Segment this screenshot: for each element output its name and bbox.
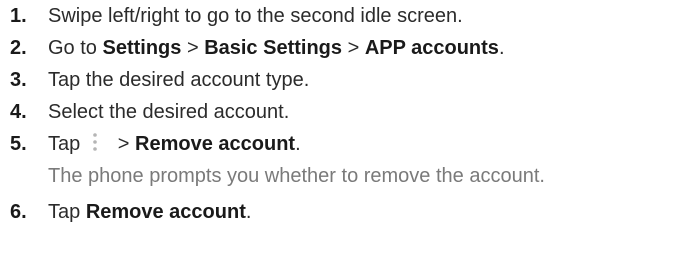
step-number: 2. — [10, 37, 27, 59]
step-note: The phone prompts you whether to remove … — [48, 165, 545, 187]
step-text-end: . — [498, 37, 505, 59]
step-number: 3. — [10, 69, 27, 91]
step-text-end: . — [245, 201, 252, 223]
basic-settings-menu-label: Basic Settings — [204, 37, 343, 59]
path-separator: > — [181, 37, 205, 59]
remove-account-button-label: Remove account — [85, 201, 246, 223]
step-6: 6. Tap Remove account. — [10, 196, 670, 228]
step-2: 2. Go to Settings > Basic Settings > APP… — [10, 32, 670, 64]
step-text-end: . — [295, 133, 301, 155]
path-separator: > — [112, 133, 136, 155]
more-vertical-icon — [93, 133, 98, 151]
step-number: 1. — [10, 5, 27, 27]
step-text-lead: Go to — [48, 37, 103, 59]
step-number: 4. — [10, 101, 27, 123]
remove-account-option-label: Remove account — [135, 133, 296, 155]
step-text: Tap the desired account type. — [48, 69, 310, 91]
step-text: Select the desired account. — [48, 101, 290, 123]
step-text: Swipe left/right to go to the second idl… — [48, 5, 463, 27]
step-1: 1. Swipe left/right to go to the second … — [10, 0, 670, 32]
step-4: 4. Select the desired account. — [10, 96, 670, 128]
instruction-list: 1. Swipe left/right to go to the second … — [10, 0, 670, 228]
step-text-lead: Tap — [48, 133, 81, 155]
step-3: 3. Tap the desired account type. — [10, 64, 670, 96]
step-5: 5. Tap > Remove account. The phone promp… — [10, 128, 670, 196]
app-accounts-menu-label: APP accounts — [364, 37, 499, 59]
step-text-lead: Tap — [48, 201, 86, 223]
step-number: 5. — [10, 133, 27, 155]
settings-menu-label: Settings — [102, 37, 182, 59]
step-number: 6. — [10, 201, 27, 223]
path-separator: > — [342, 37, 365, 59]
